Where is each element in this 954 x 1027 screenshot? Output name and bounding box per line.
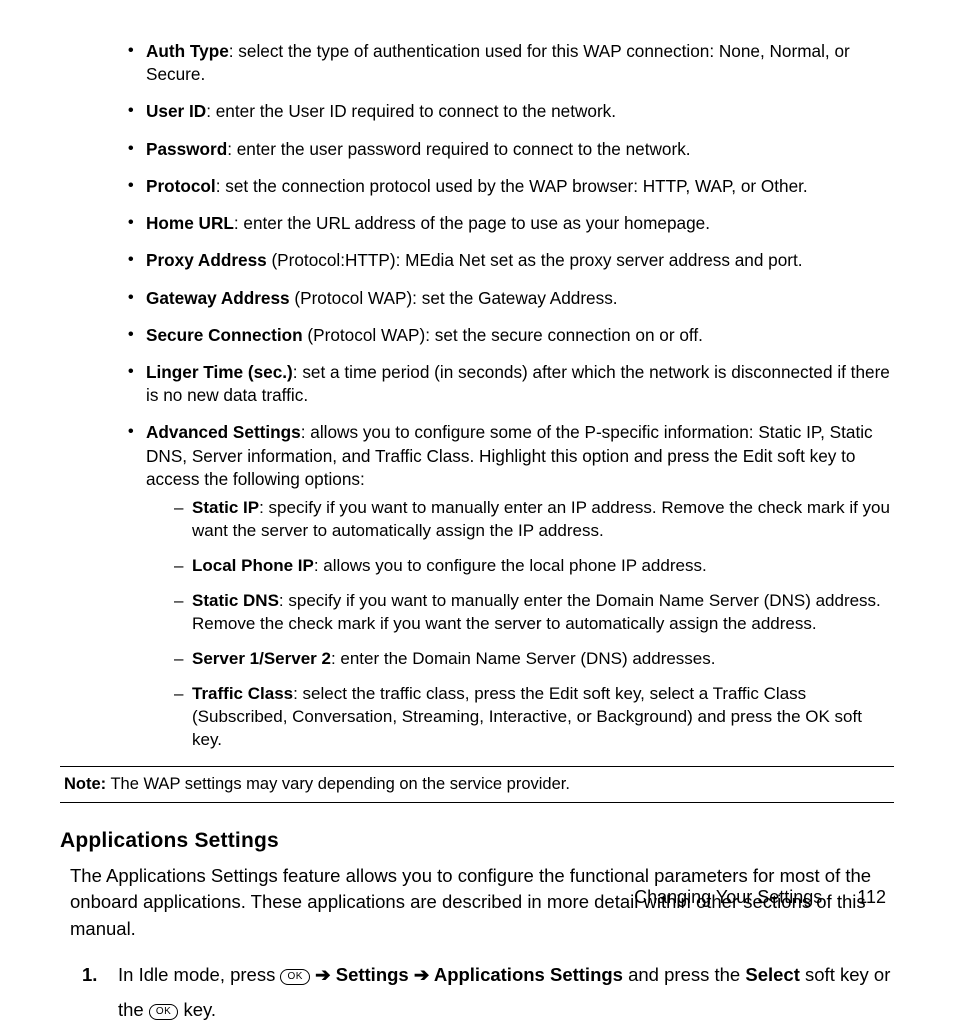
step-text: key. — [183, 999, 216, 1020]
step-bold: Settings — [336, 964, 409, 985]
step-bold: Applications Settings — [434, 964, 623, 985]
list-item: Gateway Address (Protocol WAP): set the … — [128, 287, 894, 310]
dash-list: Static IP: specify if you want to manual… — [146, 497, 894, 751]
item-label: Local Phone IP — [192, 556, 314, 575]
item-label: Home URL — [146, 213, 234, 233]
item-label: Secure Connection — [146, 325, 303, 345]
list-item: Server 1/Server 2: enter the Domain Name… — [174, 648, 894, 671]
ok-key-icon: OK — [280, 969, 309, 985]
item-label: Proxy Address — [146, 250, 267, 270]
item-text: (Protocol WAP): set the Gateway Address. — [290, 288, 618, 308]
step-text: In Idle mode, press — [118, 964, 280, 985]
item-label: Advanced Settings — [146, 422, 301, 442]
ok-key-icon: OK — [149, 1004, 178, 1020]
item-text: (Protocol WAP): set the secure connectio… — [303, 325, 703, 345]
item-text: : allows you to configure the local phon… — [314, 556, 707, 575]
list-item: Protocol: set the connection protocol us… — [128, 175, 894, 198]
item-label: Password — [146, 139, 227, 159]
item-label: Traffic Class — [192, 684, 293, 703]
step: 1. In Idle mode, press OK ➔ Settings ➔ A… — [60, 957, 894, 1027]
item-text: : select the traffic class, press the Ed… — [192, 684, 862, 749]
arrow-icon: ➔ — [414, 964, 434, 985]
item-text: : select the type of authentication used… — [146, 41, 850, 84]
list-item: Traffic Class: select the traffic class,… — [174, 683, 894, 752]
item-label: Server 1/Server 2 — [192, 649, 331, 668]
item-label: Static DNS — [192, 591, 279, 610]
step-bold: Select — [745, 964, 800, 985]
list-item: Auth Type: select the type of authentica… — [128, 40, 894, 86]
list-item: Advanced Settings : allows you to configu… — [128, 421, 894, 751]
note-text: The WAP settings may vary depending on t… — [106, 775, 570, 793]
item-label: Linger Time (sec.) — [146, 362, 293, 382]
item-text: : enter the User ID required to connect … — [206, 101, 616, 121]
page: Auth Type: select the type of authentica… — [0, 0, 954, 954]
item-label: Gateway Address — [146, 288, 290, 308]
page-footer: Changing Your Settings 112 — [634, 887, 886, 908]
item-label: Static IP — [192, 498, 259, 517]
item-label: User ID — [146, 101, 206, 121]
page-number: 112 — [857, 887, 886, 908]
footer-title: Changing Your Settings — [634, 887, 822, 907]
section-heading: Applications Settings — [60, 829, 894, 853]
item-text: : specify if you want to manually enter … — [192, 498, 890, 540]
list-item: Proxy Address (Protocol:HTTP): MEdia Net… — [128, 249, 894, 272]
item-text: : set the connection protocol used by th… — [216, 176, 808, 196]
item-text: : enter the Domain Name Server (DNS) add… — [331, 649, 716, 668]
list-item: Local Phone IP: allows you to configure … — [174, 555, 894, 578]
note-label: Note: — [64, 775, 106, 793]
note-block: Note: The WAP settings may vary dependin… — [60, 766, 894, 803]
arrow-icon: ➔ — [315, 964, 336, 985]
item-label: Auth Type — [146, 41, 229, 61]
item-text: : specify if you want to manually enter … — [192, 591, 881, 633]
list-item: Static IP: specify if you want to manual… — [174, 497, 894, 543]
list-item: Password: enter the user password requir… — [128, 138, 894, 161]
item-text: : enter the user password required to co… — [227, 139, 690, 159]
step-text: and press the — [628, 964, 745, 985]
bullet-list: Auth Type: select the type of authentica… — [60, 40, 894, 752]
list-item: User ID: enter the User ID required to c… — [128, 100, 894, 123]
item-text: (Protocol:HTTP): MEdia Net set as the pr… — [267, 250, 803, 270]
item-text: : enter the URL address of the page to u… — [234, 213, 710, 233]
step-body: In Idle mode, press OK ➔ Settings ➔ Appl… — [118, 957, 894, 1027]
item-label: Protocol — [146, 176, 216, 196]
step-number: 1. — [82, 957, 118, 1027]
list-item: Static DNS: specify if you want to manua… — [174, 590, 894, 636]
list-item: Linger Time (sec.): set a time period (i… — [128, 361, 894, 407]
list-item: Secure Connection (Protocol WAP): set th… — [128, 324, 894, 347]
list-item: Home URL: enter the URL address of the p… — [128, 212, 894, 235]
